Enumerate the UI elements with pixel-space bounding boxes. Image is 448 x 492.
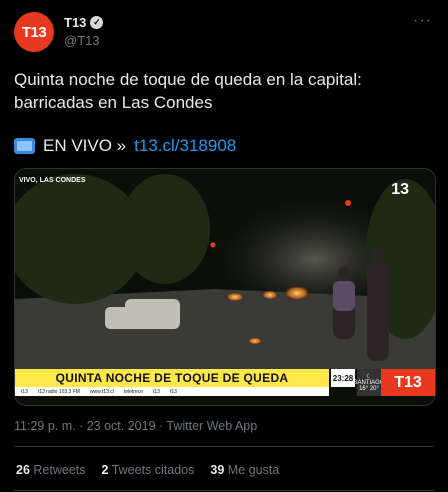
subbar-item: t13 radio 103.3 FM xyxy=(37,388,80,395)
tweet-text: Quinta noche de toque de queda en la cap… xyxy=(14,70,362,112)
subbar-item: t13 xyxy=(21,388,28,395)
live-location-ticker: VIVO, LAS CONDES xyxy=(19,177,86,184)
verified-badge-icon: ✓ xyxy=(90,16,104,29)
video-media[interactable]: VIVO, LAS CONDES 13 QUINTA NOCHE DE TOQU… xyxy=(14,168,436,406)
likes-stat[interactable]: 39 Me gusta xyxy=(210,463,279,477)
broadcast-logo: T13 xyxy=(381,369,435,396)
divider xyxy=(14,446,434,447)
subbar-item: t13 xyxy=(153,388,160,395)
quotes-stat[interactable]: 2 Tweets citados xyxy=(102,463,195,477)
news-banner: QUINTA NOCHE DE TOQUE DE QUEDA xyxy=(15,369,329,387)
subbar-item: teletrece xyxy=(123,388,144,395)
subbar-item: t13 xyxy=(169,388,177,395)
author-name-label[interactable]: T13 xyxy=(64,15,86,30)
likes-label: Me gusta xyxy=(227,463,280,477)
news-subbar: t13 t13 radio 103.3 FM www.t13.cl teletr… xyxy=(15,387,329,396)
avatar[interactable]: T13 xyxy=(14,12,54,52)
live-line: EN VIVO » t13.cl/318908 xyxy=(14,136,236,156)
divider xyxy=(14,490,434,491)
subbar-item: www.t13.cl xyxy=(89,388,114,395)
television-icon xyxy=(14,138,35,154)
tweet-header: T13 T13 ✓ @T13 ··· xyxy=(14,12,434,52)
author-name[interactable]: T13 ✓ xyxy=(64,15,104,30)
retweets-label: Retweets xyxy=(33,463,86,477)
moon-icon: ☾ xyxy=(366,374,372,380)
weather-box: ☾ SANTIAGO 16° 20° xyxy=(354,369,385,396)
broadcast-clock: 23:28 xyxy=(331,369,355,387)
live-label: EN VIVO » xyxy=(43,136,127,155)
author-handle[interactable]: @T13 xyxy=(64,33,100,48)
quotes-label: Tweets citados xyxy=(111,463,195,477)
tweet-link[interactable]: t13.cl/318908 xyxy=(134,136,236,156)
retweets-count: 26 xyxy=(16,463,30,477)
weather-temps: 16° 20° xyxy=(359,386,379,392)
tweet-stats: 26 Retweets 2 Tweets citados 39 Me gusta xyxy=(16,463,279,477)
likes-count: 39 xyxy=(210,463,225,477)
retweets-stat[interactable]: 26 Retweets xyxy=(16,463,86,477)
quotes-count: 2 xyxy=(101,463,109,477)
more-options-icon[interactable]: ··· xyxy=(413,12,432,30)
channel-watermark: 13 xyxy=(391,181,409,198)
tweet-meta[interactable]: 11:29 p. m. · 23 oct. 2019 · Twitter Web… xyxy=(14,419,257,433)
